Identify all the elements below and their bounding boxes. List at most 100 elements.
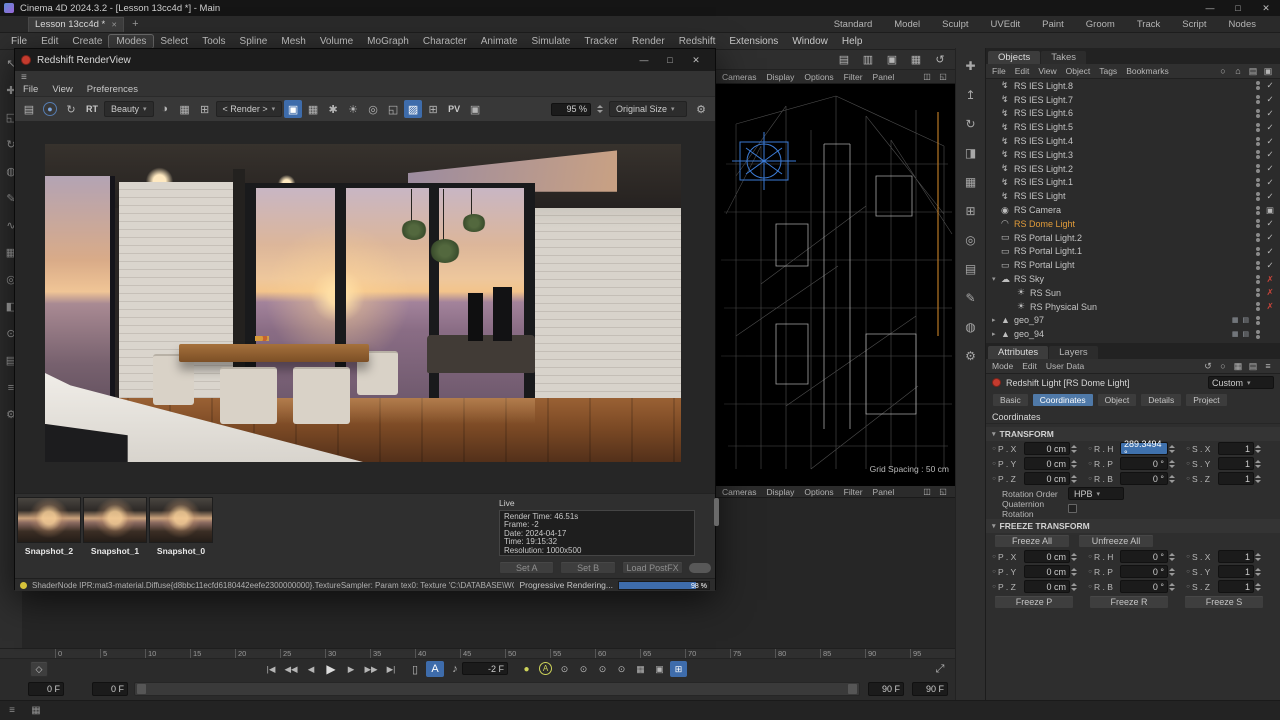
enable-mark-icon[interactable]: ✓ <box>1264 260 1276 271</box>
panel-tab[interactable]: Attributes <box>988 346 1048 359</box>
toolbar-icon[interactable]: ▣ <box>883 52 901 68</box>
section-tab[interactable]: Basic <box>992 393 1029 407</box>
render-canvas[interactable] <box>15 122 715 493</box>
viewport-menu-item[interactable]: Display <box>766 72 794 82</box>
anim-dot-icon[interactable] <box>1086 446 1094 452</box>
record-button[interactable]: ⊙ <box>575 661 592 677</box>
object-tag-icons[interactable]: ▦ ▤ <box>1232 316 1250 324</box>
stepper-icon[interactable] <box>1071 582 1078 592</box>
object-name[interactable]: RS IES Light.2 <box>1014 164 1073 174</box>
renderview-toolbar-icon[interactable]: ↻ <box>62 100 80 118</box>
anim-dot-icon[interactable] <box>1086 554 1094 560</box>
stepper-icon[interactable] <box>1071 474 1078 484</box>
visibility-dots[interactable] <box>1256 137 1260 146</box>
strip-icon[interactable]: ✚ <box>961 58 981 74</box>
attribute-menu-icon[interactable]: ≡ <box>1262 361 1274 372</box>
section-tab[interactable]: Details <box>1140 393 1182 407</box>
strip-icon[interactable]: ✎ <box>961 290 981 306</box>
panel-tab[interactable]: Takes <box>1041 51 1086 64</box>
transport-button[interactable]: |◀ <box>262 661 280 677</box>
visibility-dots[interactable] <box>1256 288 1260 297</box>
snapshot-thumbnail[interactable] <box>17 497 81 543</box>
timeline-ruler[interactable]: 05101520253035404550556065707580859095 <box>0 648 955 658</box>
renderview-menu-item[interactable]: File <box>23 84 38 95</box>
snapshot-thumbnail[interactable] <box>83 497 147 543</box>
menu-item[interactable]: Modes <box>109 35 153 48</box>
record-button[interactable]: A <box>539 662 552 675</box>
object-menu-icon[interactable]: ▣ <box>1262 66 1274 77</box>
panel-tab[interactable]: Objects <box>988 51 1040 64</box>
layout-item[interactable]: Paint <box>1042 19 1064 30</box>
stepper-icon[interactable] <box>1255 567 1262 577</box>
statusbar-icon[interactable]: ≡ <box>4 703 20 719</box>
rotation-order-select[interactable]: HPB <box>1068 487 1124 500</box>
renderview-toolbar-icon[interactable]: ◑ <box>156 100 174 118</box>
object-row[interactable]: ↯ RS IES Light.2 ✓ <box>986 162 1280 176</box>
object-name[interactable]: RS Dome Light <box>1014 219 1075 229</box>
anim-dot-icon[interactable] <box>1086 584 1094 590</box>
object-name[interactable]: RS IES Light.1 <box>1014 177 1073 187</box>
stepper-icon[interactable] <box>1169 552 1176 562</box>
viewport-header-icon[interactable]: ◱ <box>937 487 949 497</box>
viewport-header-icon[interactable]: ◱ <box>937 72 949 82</box>
freeze-button[interactable]: Freeze All <box>994 534 1070 548</box>
anim-dot-icon[interactable] <box>990 569 998 575</box>
scale-field[interactable]: 1 <box>1218 442 1254 455</box>
renderview-menu-item[interactable]: Preferences <box>87 84 138 95</box>
enable-mark-icon[interactable]: ✓ <box>1264 80 1276 91</box>
enable-mark-icon[interactable]: ✗ <box>1264 274 1276 285</box>
object-name[interactable]: geo_94 <box>1014 329 1044 339</box>
object-name[interactable]: RS IES Light.3 <box>1014 150 1073 160</box>
expand-arrow-icon[interactable]: ▸ <box>992 316 1001 324</box>
quaternion-checkbox[interactable] <box>1068 504 1077 513</box>
visibility-dots[interactable] <box>1256 81 1260 90</box>
anim-dot-icon[interactable] <box>990 461 998 467</box>
stepper-icon[interactable] <box>1169 567 1176 577</box>
renderview-toolbar-icon[interactable]: Beauty <box>104 101 154 117</box>
freeze-button[interactable]: Freeze P <box>994 595 1074 609</box>
object-row[interactable]: ◠ RS Dome Light ✓ <box>986 217 1280 231</box>
object-menu-item[interactable]: Tags <box>1099 66 1117 76</box>
menu-item[interactable]: Render <box>625 35 672 48</box>
strip-icon[interactable]: ⚙ <box>961 348 981 364</box>
layout-item[interactable]: Track <box>1137 19 1160 30</box>
menu-item[interactable]: Tools <box>195 35 232 48</box>
object-name[interactable]: RS IES Light.8 <box>1014 81 1073 91</box>
menu-item[interactable]: MoGraph <box>360 35 416 48</box>
current-frame-field[interactable]: -2 F <box>462 662 508 675</box>
object-row[interactable]: ▾ ☁ RS Sky ✗ <box>986 272 1280 286</box>
transport-button[interactable]: ◀◀ <box>282 661 300 677</box>
renderview-toolbar-icon[interactable]: ⊞ <box>424 100 442 118</box>
object-menu-icon[interactable]: ○ <box>1217 66 1229 77</box>
zoom-field[interactable]: 95 % <box>551 103 591 116</box>
visibility-dots[interactable] <box>1256 178 1260 187</box>
layout-item[interactable]: Script <box>1182 19 1206 30</box>
viewport-menu-item[interactable]: Display <box>766 487 794 497</box>
visibility-dots[interactable] <box>1256 275 1260 284</box>
viewport-menu-item[interactable]: Cameras <box>722 72 756 82</box>
snapshot-item[interactable]: Snapshot_0 <box>149 497 213 556</box>
visibility-dots[interactable] <box>1256 247 1260 256</box>
section-tab[interactable]: Coordinates <box>1032 393 1094 407</box>
object-name[interactable]: RS IES Light <box>1014 191 1066 201</box>
visibility-dots[interactable] <box>1256 164 1260 173</box>
anim-dot-icon[interactable] <box>990 584 998 590</box>
close-button[interactable]: ✕ <box>683 55 709 66</box>
menu-item[interactable]: Extensions <box>722 35 785 48</box>
object-row[interactable]: ↯ RS IES Light.4 ✓ <box>986 134 1280 148</box>
freeze-button[interactable]: Freeze R <box>1089 595 1169 609</box>
record-button[interactable]: ▣ <box>651 661 668 677</box>
object-menu-icon[interactable]: ⌂ <box>1232 66 1244 77</box>
stepper-icon[interactable] <box>1255 459 1262 469</box>
object-menu-item[interactable]: Bookmarks <box>1126 66 1169 76</box>
menu-item[interactable]: Select <box>153 35 195 48</box>
enable-mark-icon[interactable]: ✓ <box>1264 232 1276 243</box>
record-button[interactable]: ⊙ <box>613 661 630 677</box>
position-field[interactable]: 0 cm <box>1024 472 1070 485</box>
transport-button[interactable]: ▶ <box>342 661 360 677</box>
anim-dot-icon[interactable] <box>1184 569 1192 575</box>
record-button[interactable]: ⊙ <box>556 661 573 677</box>
renderview-toolbar-icon[interactable]: ▤ <box>20 100 38 118</box>
renderview-menu-item[interactable]: View <box>52 84 72 95</box>
stepper-icon[interactable] <box>1071 444 1078 454</box>
